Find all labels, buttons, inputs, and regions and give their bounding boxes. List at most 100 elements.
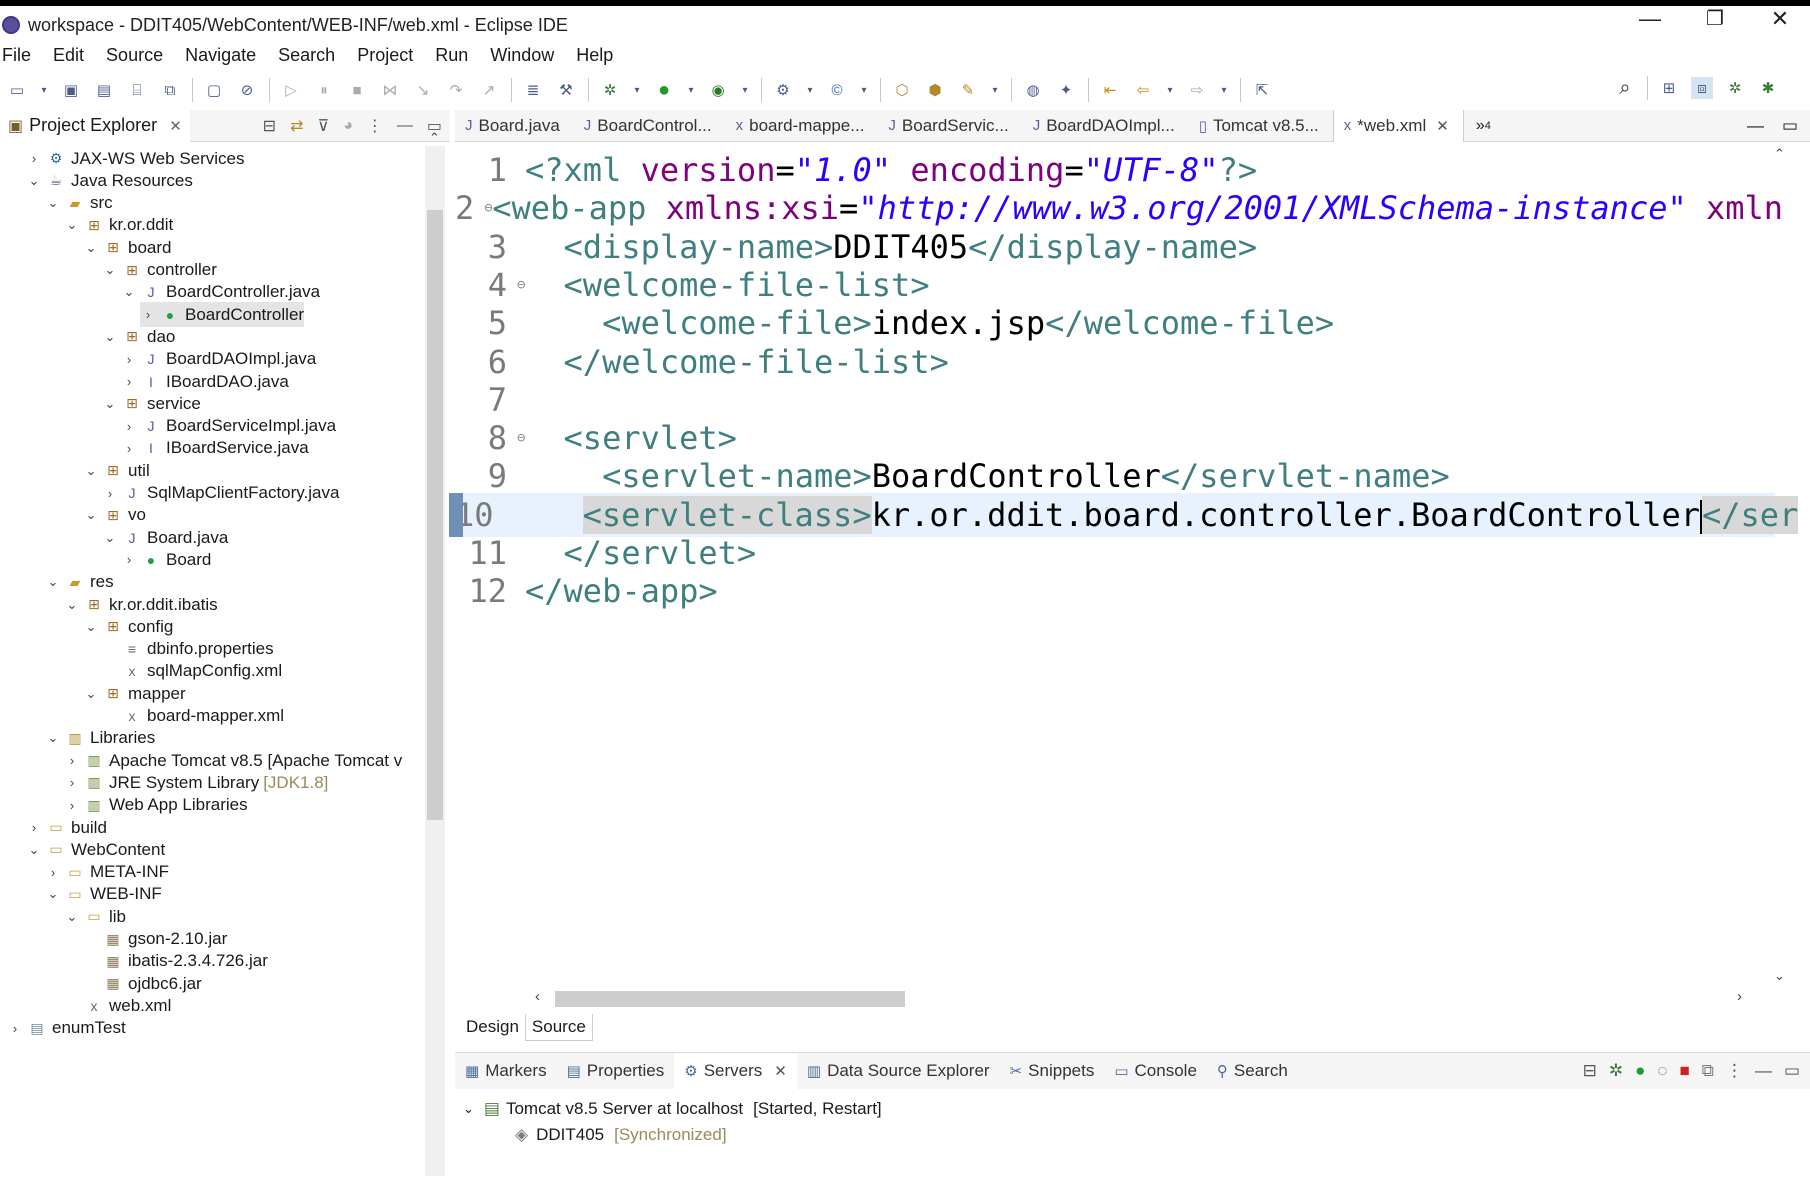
editor-vertical-scrollbar[interactable]: ⌃ ⌄ xyxy=(1770,146,1790,986)
dropdown-icon[interactable]: ▾ xyxy=(1219,79,1229,101)
chevron-down-icon[interactable]: ⌄ xyxy=(83,507,99,523)
dropdown-icon[interactable]: ▾ xyxy=(740,79,750,101)
chevron-right-icon[interactable]: › xyxy=(45,865,61,880)
tree-item[interactable]: › J SqlMapClientFactory.java xyxy=(102,481,340,506)
java-ee-icon[interactable]: ⚒ xyxy=(555,79,577,101)
editor-tab[interactable]: x *web.xml ✕ xyxy=(1332,109,1464,142)
bottom-tab[interactable]: ▭ Console xyxy=(1104,1053,1207,1089)
chevron-down-icon[interactable]: ⌄ xyxy=(102,396,118,412)
forward-icon[interactable]: ⇨ xyxy=(1186,79,1208,101)
focus-icon[interactable]: ◕ xyxy=(343,117,353,135)
dropdown-icon[interactable]: ▾ xyxy=(1165,79,1175,101)
debug-perspective-icon[interactable]: ✲ xyxy=(1724,77,1746,99)
maximize-view-icon[interactable]: ▭ xyxy=(1784,1061,1800,1081)
build-icon[interactable]: ⌸ xyxy=(126,79,148,101)
close-button[interactable]: ✕ xyxy=(1760,6,1800,32)
menu-run[interactable]: Run xyxy=(435,45,468,66)
dropdown-icon[interactable]: ▾ xyxy=(805,79,815,101)
tree-item[interactable]: ⌄ ⊞ vo xyxy=(83,503,146,528)
tree-item[interactable]: › ⚙ JAX-WS Web Services xyxy=(26,146,245,171)
external-tools-icon[interactable]: ⚙ xyxy=(772,79,794,101)
tree-item[interactable]: ⌄ ▥ Libraries xyxy=(45,726,156,751)
tab-project-explorer[interactable]: ▣ Project Explorer ✕ xyxy=(0,109,190,142)
tree-item[interactable]: x board-mapper.xml xyxy=(102,704,285,729)
bottom-tab[interactable]: ⚙ Servers ✕ xyxy=(674,1053,797,1089)
menu-help[interactable]: Help xyxy=(576,45,613,66)
stop-server-icon[interactable]: ■ xyxy=(1680,1061,1690,1081)
minimize-view-icon[interactable]: — xyxy=(1747,116,1764,136)
editor-tab[interactable]: J BoardControl... xyxy=(574,110,726,142)
server-row[interactable]: ⌄ ▤ Tomcat v8.5 Server at localhost [Sta… xyxy=(463,1096,882,1122)
chevron-right-icon[interactable]: › xyxy=(7,1021,23,1036)
search-icon[interactable]: ⌕ xyxy=(1614,77,1636,99)
disconnect-icon[interactable]: ⋈ xyxy=(379,79,401,101)
chevron-right-icon[interactable]: › xyxy=(121,374,137,389)
chevron-down-icon[interactable]: ⌄ xyxy=(463,1101,474,1117)
chevron-right-icon[interactable]: › xyxy=(26,151,42,166)
menu-search[interactable]: Search xyxy=(278,45,335,66)
tree-item[interactable]: ⌄ J BoardController.java xyxy=(121,280,320,305)
bottom-tab[interactable]: ▥ Data Source Explorer xyxy=(797,1053,1000,1089)
tree-item[interactable]: › ▥ JRE System Library [JDK1.8] xyxy=(64,770,329,795)
search-tool-icon[interactable]: ✎ xyxy=(957,79,979,101)
editor-horizontal-scrollbar[interactable]: ‹ › xyxy=(525,988,1755,1010)
chevron-right-icon[interactable]: › xyxy=(64,798,80,813)
close-icon[interactable]: ✕ xyxy=(774,1062,787,1080)
java-ee-perspective-icon[interactable]: ⧈ xyxy=(1691,77,1713,99)
tree-item[interactable]: › ▤ enumTest xyxy=(7,1016,126,1041)
step-over-icon[interactable]: ↷ xyxy=(445,79,467,101)
menu-window[interactable]: Window xyxy=(490,45,554,66)
tree-item[interactable]: ⌄ ⊞ controller xyxy=(102,258,217,283)
dropdown-icon[interactable]: ▾ xyxy=(990,79,1000,101)
tree-item[interactable]: ⌄ ▭ WEB-INF xyxy=(45,882,162,907)
chevron-down-icon[interactable]: ⌄ xyxy=(26,173,42,189)
skip-breakpoints-icon[interactable]: ⊘ xyxy=(236,79,258,101)
scroll-left-icon[interactable]: ‹ xyxy=(535,988,540,1005)
chevron-right-icon[interactable]: › xyxy=(121,419,137,434)
dropdown-icon[interactable]: ▾ xyxy=(632,79,642,101)
profile-server-icon[interactable]: ◌ xyxy=(1657,1061,1667,1081)
scroll-down-icon[interactable]: ⌄ xyxy=(1774,968,1785,984)
menu-edit[interactable]: Edit xyxy=(53,45,84,66)
bottom-tab[interactable]: ▦ Markers xyxy=(455,1053,557,1089)
minimize-view-icon[interactable]: — xyxy=(397,117,413,135)
tab-source[interactable]: Source xyxy=(524,1013,593,1041)
tree-item[interactable]: ⌄ ⊞ config xyxy=(83,614,174,639)
tree-item[interactable]: › ● BoardController xyxy=(140,302,305,328)
tree-item[interactable]: › I IBoardService.java xyxy=(121,436,309,461)
bottom-tab[interactable]: ▤ Properties xyxy=(557,1053,675,1089)
tree-item[interactable]: ⌄ ⊞ kr.or.ddit.ibatis xyxy=(64,592,218,617)
tree-item[interactable]: ▦ gson-2.10.jar xyxy=(83,927,227,952)
step-return-icon[interactable]: ↗ xyxy=(478,79,500,101)
step-into-icon[interactable]: ↘ xyxy=(412,79,434,101)
minimize-view-icon[interactable]: — xyxy=(1755,1061,1772,1081)
close-icon[interactable]: ✕ xyxy=(1436,117,1449,135)
tree-item[interactable]: ⌄ ⊞ dao xyxy=(102,324,176,349)
editor-tab[interactable]: x board-mappe... xyxy=(726,110,879,142)
tree-item[interactable]: ⌄ J Board.java xyxy=(102,525,229,550)
chevron-down-icon[interactable]: ⌄ xyxy=(45,730,61,746)
menu-file[interactable]: File xyxy=(2,45,31,66)
open-task-icon[interactable]: ⬢ xyxy=(924,79,946,101)
chevron-down-icon[interactable]: ⌄ xyxy=(102,530,118,546)
code-line[interactable]: 12 </web-app> xyxy=(455,569,1775,613)
editor-tab[interactable]: J Board.java xyxy=(455,110,574,142)
tree-item[interactable]: ⌄ ⊞ kr.or.ddit xyxy=(64,213,174,238)
publish-icon[interactable]: ⧉ xyxy=(1702,1061,1714,1081)
dropdown-icon[interactable]: ▾ xyxy=(39,79,49,101)
tree-item[interactable]: ⌄ ▰ src xyxy=(45,191,113,216)
tree-item[interactable]: ⌄ ⊞ board xyxy=(83,235,172,260)
tree-item[interactable]: › ● Board xyxy=(121,547,212,572)
suspend-icon[interactable]: ⏸ xyxy=(313,79,335,101)
dropdown-icon[interactable]: ▾ xyxy=(686,79,696,101)
debug-icon[interactable]: ✲ xyxy=(599,79,621,101)
chevron-down-icon[interactable]: ⌄ xyxy=(64,217,80,233)
scroll-up-icon[interactable]: ⌃ xyxy=(429,130,440,146)
restore-button[interactable]: ❐ xyxy=(1695,6,1735,31)
chevron-down-icon[interactable]: ⌄ xyxy=(83,619,99,635)
close-icon[interactable]: ✕ xyxy=(169,117,182,135)
chevron-right-icon[interactable]: › xyxy=(26,820,42,835)
new-icon[interactable]: ▭ xyxy=(6,79,28,101)
coverage-icon[interactable]: ◉ xyxy=(707,79,729,101)
chevron-right-icon[interactable]: › xyxy=(140,307,156,322)
